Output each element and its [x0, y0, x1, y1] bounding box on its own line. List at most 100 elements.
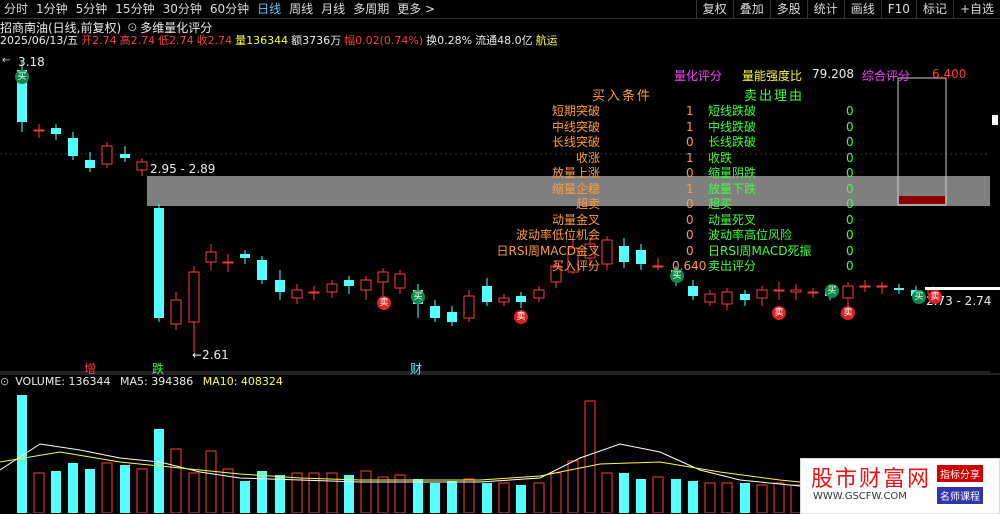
pct-label: 幅	[344, 34, 356, 47]
sell-reason-value: 0	[846, 228, 854, 242]
buy-signal-icon[interactable]: 买	[825, 284, 839, 298]
overlay-button[interactable]: 叠加	[732, 0, 770, 18]
volume-title: VOLUME: 136344	[15, 375, 111, 388]
sell-reason-name: 长线跌破	[708, 135, 757, 149]
volume-bar	[205, 450, 217, 513]
candle-body	[154, 208, 164, 318]
sector-value[interactable]: 航运	[536, 32, 558, 48]
quote-date: 2025/06/13/五	[0, 34, 79, 47]
buy-signal-icon[interactable]: 买	[411, 290, 425, 304]
volume-bar	[240, 481, 250, 513]
buy-signal-icon[interactable]: 买	[15, 70, 29, 84]
tab-30min[interactable]: 30分钟	[159, 0, 206, 18]
vol-strength-label: 量能强度比	[742, 69, 803, 83]
sell-reason-value: 0	[846, 119, 854, 134]
tab-more[interactable]: 更多 >	[393, 0, 439, 18]
volume-bar	[120, 465, 130, 513]
watermark-badge-share: 指标分享	[937, 465, 983, 482]
sell-reason-value: 0	[846, 104, 854, 118]
volume-bar	[136, 468, 148, 513]
candle-body	[533, 289, 545, 299]
watermark-logo: 股市财富网 WWW.GSCFW.COM 指标分享 名师课程	[800, 458, 1000, 514]
close-label: 收	[196, 34, 208, 47]
sell-reason-value: 0	[846, 197, 854, 211]
watermark-title: 股市财富网	[811, 467, 932, 492]
tab-15min[interactable]: 15分钟	[111, 0, 158, 18]
tab-multi-period[interactable]: 多周期	[349, 0, 393, 18]
volume-bar	[188, 472, 200, 513]
buy-condition-name: 中线突破	[551, 119, 600, 134]
tab-5min[interactable]: 5分钟	[72, 0, 112, 18]
buy-condition-name: 动量金叉	[551, 212, 600, 227]
sell-signal-icon[interactable]: 卖	[772, 306, 786, 320]
tab-1min[interactable]: 1分钟	[32, 0, 72, 18]
candle-body	[170, 299, 182, 325]
volume-bar	[51, 471, 61, 513]
buy-condition-value: 0	[686, 197, 694, 211]
buy-condition-value: 0	[686, 135, 694, 149]
add-watchlist-button[interactable]: +自选	[952, 0, 1000, 18]
buy-condition-name: 长线突破	[551, 135, 600, 149]
volume-bar	[721, 482, 733, 513]
volume-bar	[154, 429, 164, 513]
volume-bar	[773, 482, 785, 513]
buy-condition-name: 买入评分	[551, 259, 600, 273]
sell-reason-value: 0	[846, 259, 854, 273]
buy-signal-icon[interactable]: 买	[912, 290, 926, 304]
sell-reason-name: 超买	[708, 197, 733, 211]
high-arrow-icon: ←	[2, 55, 11, 66]
buy-condition-name: 放量上涨	[551, 166, 600, 180]
candle-body	[721, 291, 733, 305]
volume-toggle-icon[interactable]: ⊙	[0, 375, 9, 388]
event-marker-finance[interactable]: 财	[410, 360, 422, 377]
candle-body	[601, 239, 613, 265]
volume-bar	[498, 482, 510, 513]
candle-body	[308, 291, 320, 294]
candle-body	[33, 129, 45, 132]
vol-strength-value: 79.208	[812, 67, 854, 81]
candle-body	[704, 293, 716, 303]
low-price-label: ←2.61	[192, 348, 229, 362]
restore-rights-button[interactable]: 复权	[695, 0, 733, 18]
buy-condition-value: 1	[686, 119, 694, 134]
candle-body	[291, 289, 303, 299]
multi-stock-button[interactable]: 多股	[769, 0, 807, 18]
volume-header: ⊙ VOLUME: 136344 MA5: 394386 MA10: 408324	[0, 375, 289, 388]
candle-body	[257, 260, 267, 280]
tab-daily[interactable]: 日线	[253, 0, 285, 18]
high-price-label: 3.18	[18, 55, 45, 69]
sell-reason-name: 收跌	[708, 150, 733, 165]
candle-body	[652, 265, 664, 268]
draw-line-button[interactable]: 画线	[843, 0, 881, 18]
tab-weekly[interactable]: 周线	[285, 0, 317, 18]
score-gauge-fill	[899, 196, 945, 204]
sell-signal-icon[interactable]: 卖	[514, 310, 528, 324]
volume-bar	[101, 462, 113, 513]
volume-bar	[344, 475, 354, 513]
sell-reason-name: 动量死叉	[708, 212, 757, 227]
ma5-value: MA5: 394386	[119, 375, 194, 388]
mark-button[interactable]: 标记	[915, 0, 953, 18]
volume-bar	[430, 483, 440, 513]
sell-signal-icon[interactable]: 卖	[377, 296, 391, 310]
buy-condition-name: 波动率低位机会	[515, 228, 600, 242]
buy-condition-value: 1	[686, 150, 694, 165]
tab-fenshi[interactable]: 分时	[0, 0, 32, 18]
volume-bar	[85, 469, 95, 513]
candle-body	[807, 291, 819, 294]
sell-signal-icon[interactable]: 卖	[841, 306, 855, 320]
sell-reason-value: 0	[846, 150, 854, 165]
volume-bar	[413, 479, 423, 513]
tab-60min[interactable]: 60分钟	[206, 0, 253, 18]
f10-button[interactable]: F10	[880, 0, 916, 18]
buy-condition-value: 0	[686, 212, 694, 227]
candle-body	[377, 271, 389, 283]
tab-monthly[interactable]: 月线	[317, 0, 349, 18]
volume-bar	[170, 448, 182, 513]
sell-signal-icon[interactable]: 卖	[928, 290, 942, 304]
amount-label: 额	[291, 34, 303, 47]
candle-body	[205, 251, 217, 263]
composite-score-value: 6.400	[932, 67, 967, 81]
stats-button[interactable]: 统计	[806, 0, 844, 18]
volume-bar	[275, 475, 285, 513]
